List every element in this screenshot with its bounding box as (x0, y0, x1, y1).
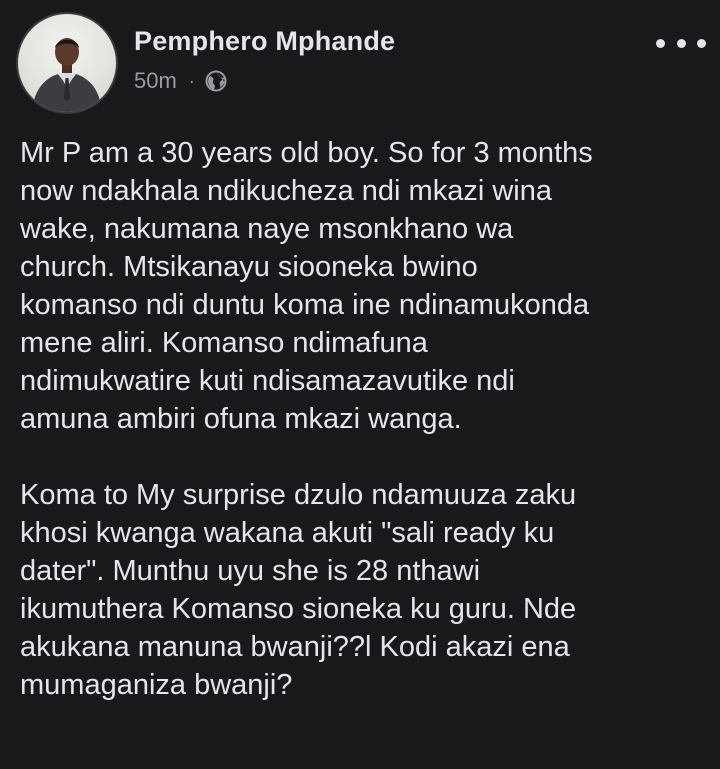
text-line: amuna ambiri ofuna mkazi wanga. (20, 403, 462, 435)
more-dot (656, 38, 665, 48)
text-line: komanso ndi duntu koma ine ndinamukonda (20, 289, 590, 321)
post-meta: 50m · (134, 68, 227, 94)
text-line: Mr P am a 30 years old boy. So for 3 mon… (20, 137, 593, 169)
text-line: wake, nakumana naye msonkhano wa (20, 213, 514, 245)
text-line: akukana manuna bwanji??l Kodi akazi ena (20, 631, 570, 663)
more-options-icon[interactable] (656, 28, 706, 58)
post-card: Pemphero Mphande 50m · Mr P am a 30 year… (0, 0, 720, 769)
text-line: church. Mtsikanayu siooneka bwino (20, 251, 478, 283)
meta-separator: · (188, 70, 195, 91)
more-dot (676, 38, 686, 48)
text-line: ikumuthera Komanso sioneka ku guru. Nde (20, 593, 577, 625)
post-paragraph: Mr P am a 30 years old boy. So for 3 mon… (20, 134, 708, 438)
text-line: mumaganiza bwanji? (20, 669, 293, 701)
text-line: mene aliri. Komanso ndimafuna (20, 327, 428, 359)
avatar[interactable] (16, 12, 118, 114)
post-paragraph: Koma to My surprise dzulo ndamuuza zaku … (20, 476, 708, 704)
text-line: khosi kwanga wakana akuti "sali ready ku (20, 517, 555, 549)
post-text: Mr P am a 30 years old boy. So for 3 mon… (20, 134, 708, 704)
more-dot (697, 38, 706, 48)
avatar-photo (32, 38, 102, 112)
text-line: Koma to My surprise dzulo ndamuuza zaku (20, 479, 577, 511)
text-line: ndimukwatire kuti ndisamazavutike ndi (20, 365, 515, 397)
text-line: dater". Munthu uyu she is 28 nthawi (20, 555, 481, 587)
author-name[interactable]: Pemphero Mphande (134, 26, 395, 57)
text-line: now ndakhala ndikucheza ndi mkazi wina (20, 175, 552, 207)
post-timestamp[interactable]: 50m (134, 68, 177, 94)
globe-icon[interactable] (205, 70, 227, 92)
